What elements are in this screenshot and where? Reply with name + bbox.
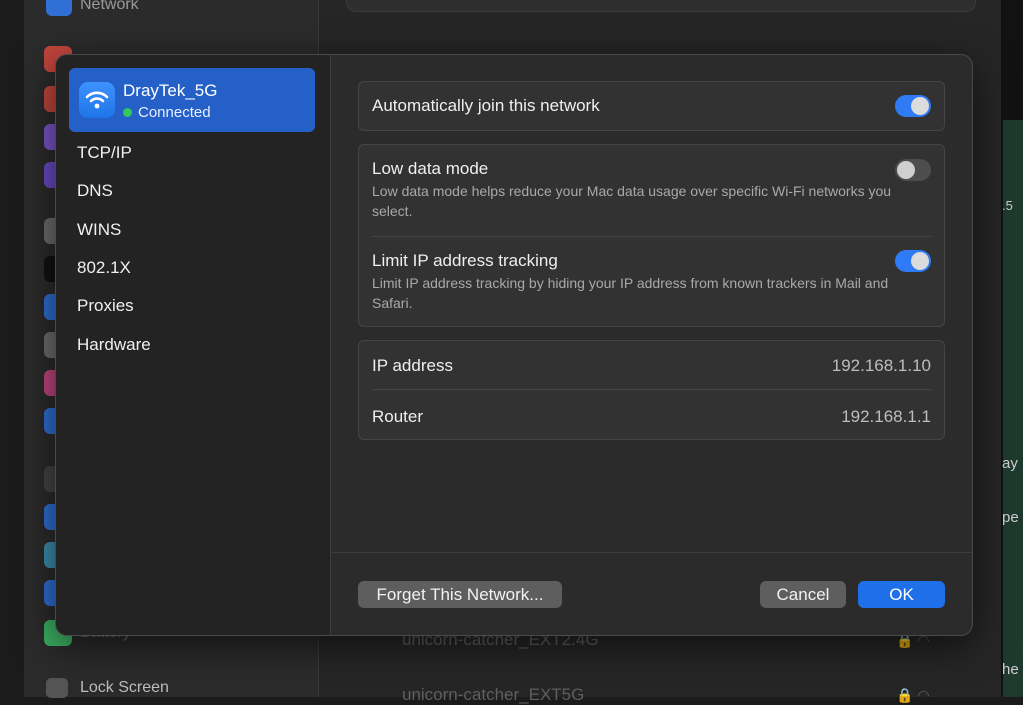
network-details-sheet: DrayTek_5G Connected TCP/IP DNS WINS 802… xyxy=(55,54,973,636)
sidebar-item-proxies[interactable]: Proxies xyxy=(77,296,134,316)
router-label: Router xyxy=(372,407,424,426)
privacy-options-card: Low data mode Low data mode helps reduce… xyxy=(358,144,945,327)
router-value: 192.168.1.1 xyxy=(841,407,931,426)
cancel-button[interactable]: Cancel xyxy=(760,581,846,608)
connected-dot-icon xyxy=(123,108,132,117)
low-data-mode-toggle[interactable] xyxy=(895,159,931,181)
ip-address-value: 192.168.1.10 xyxy=(831,356,931,375)
sidebar-item-tcpip[interactable]: TCP/IP xyxy=(77,143,132,163)
network-status: Connected xyxy=(123,104,211,121)
background-right-text: .5 xyxy=(1002,198,1013,213)
toggle-knob xyxy=(911,97,929,115)
sheet-content: Automatically join this network Low data… xyxy=(331,55,972,635)
toggle-knob xyxy=(911,252,929,270)
sidebar-item-wins[interactable]: WINS xyxy=(77,220,121,240)
background-right-text: he xyxy=(1002,661,1019,678)
wifi-icon xyxy=(79,82,115,118)
sidebar-item-hardware[interactable]: Hardware xyxy=(77,335,151,355)
forget-network-button[interactable]: Forget This Network... xyxy=(358,581,562,608)
footer-divider xyxy=(331,552,972,553)
limit-ip-tracking-description: Limit IP address tracking by hiding your… xyxy=(372,275,889,311)
network-status-text: Connected xyxy=(138,104,211,121)
auto-join-card: Automatically join this network xyxy=(358,81,945,131)
sheet-sidebar: DrayTek_5G Connected TCP/IP DNS WINS 802… xyxy=(56,55,331,635)
low-data-mode-description: Low data mode helps reduce your Mac data… xyxy=(372,183,892,219)
sidebar-item-8021x[interactable]: 802.1X xyxy=(77,258,131,278)
lock-icon xyxy=(46,678,68,698)
sidebar-item-dns[interactable]: DNS xyxy=(77,181,113,201)
background-main-card xyxy=(346,0,976,12)
network-header[interactable]: DrayTek_5G Connected xyxy=(69,68,315,132)
ok-button[interactable]: OK xyxy=(858,581,945,608)
background-right-text: ay xyxy=(1002,455,1018,472)
address-info-card: IP address 192.168.1.10 Router 192.168.1… xyxy=(358,340,945,440)
background-sidebar-lock-screen[interactable]: Lock Screen xyxy=(80,679,169,697)
limit-ip-tracking-label: Limit IP address tracking xyxy=(372,251,558,270)
background-right-text: pe xyxy=(1002,509,1019,526)
divider xyxy=(372,236,931,237)
auto-join-label: Automatically join this network xyxy=(372,96,600,115)
limit-ip-tracking-toggle[interactable] xyxy=(895,250,931,272)
network-name: DrayTek_5G xyxy=(123,81,218,100)
divider xyxy=(372,389,931,390)
ip-address-label: IP address xyxy=(372,356,453,375)
lock-wifi-icon: 🔒 ◠ xyxy=(896,687,930,703)
network-globe-icon xyxy=(46,0,72,16)
low-data-mode-label: Low data mode xyxy=(372,159,489,178)
toggle-knob xyxy=(897,161,915,179)
background-network-row[interactable]: unicorn-catcher_EXT5G xyxy=(402,685,584,705)
auto-join-toggle[interactable] xyxy=(895,95,931,117)
background-sidebar-network-label[interactable]: Network xyxy=(80,0,139,14)
